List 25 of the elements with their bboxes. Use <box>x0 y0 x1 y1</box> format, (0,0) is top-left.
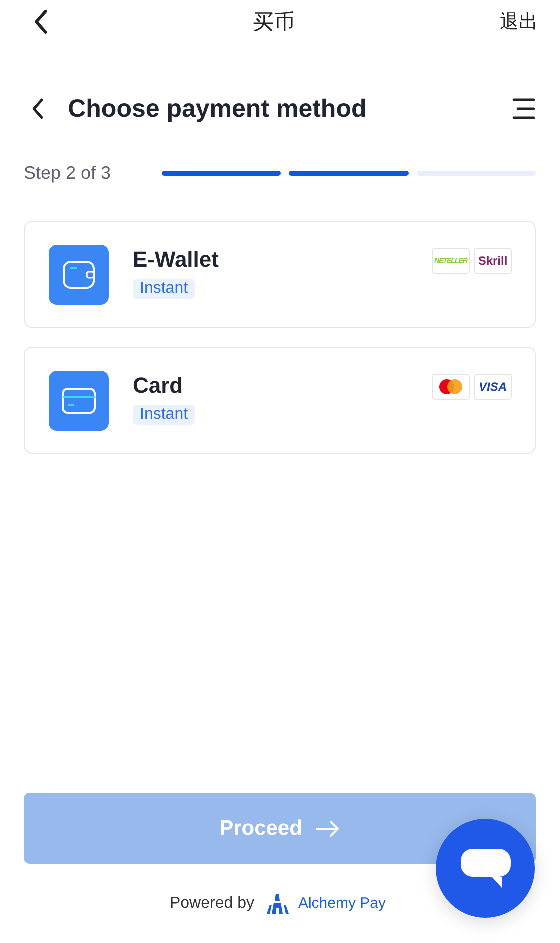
credit-card-icon <box>61 386 97 414</box>
menu-button[interactable] <box>512 98 536 120</box>
alchemy-pay-logo-icon <box>266 892 290 914</box>
mastercard-logo <box>432 374 470 400</box>
back-icon <box>32 98 44 120</box>
section-title: Choose payment method <box>68 94 368 124</box>
wallet-icon <box>62 260 96 290</box>
speed-tag: Instant <box>133 278 196 298</box>
skrill-logo: Skrill <box>474 248 512 274</box>
brand-name: Alchemy Pay <box>298 895 386 912</box>
back-button[interactable] <box>34 9 48 35</box>
method-name: E-Wallet <box>133 246 219 272</box>
menu-icon <box>512 98 536 120</box>
exit-button[interactable]: 退出 <box>500 9 538 35</box>
arrow-icon <box>316 820 340 836</box>
payment-method-card[interactable]: Card Instant VISA <box>24 347 536 454</box>
powered-by-text: Powered by <box>170 894 254 912</box>
back-icon <box>34 9 48 35</box>
speed-tag: Instant <box>133 404 196 424</box>
method-name: Card <box>133 372 184 398</box>
page-title: 买币 <box>253 9 296 36</box>
step-label: Step 2 of 3 <box>24 163 112 184</box>
visa-logo: VISA <box>474 374 512 400</box>
chat-icon <box>460 848 512 890</box>
back-button[interactable] <box>32 98 44 120</box>
